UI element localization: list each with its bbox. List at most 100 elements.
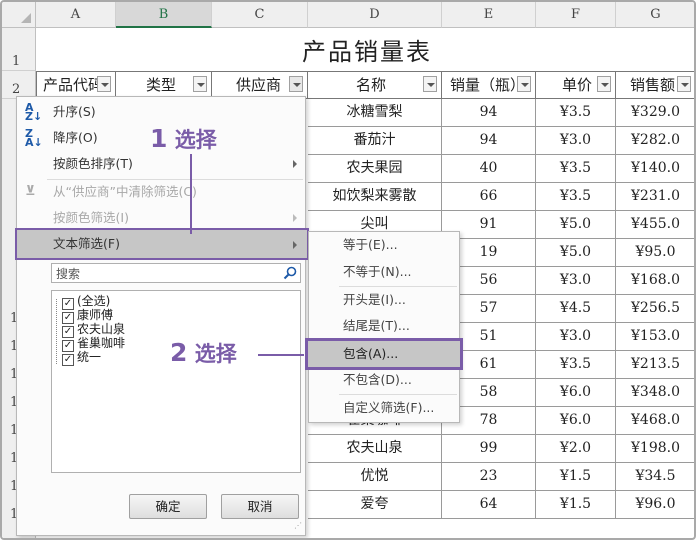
cell-name[interactable]: 番茄汁	[308, 127, 442, 155]
row-header-2[interactable]: 2	[2, 71, 36, 99]
cell-name[interactable]: 爱夸	[308, 491, 442, 519]
menu-text-filter[interactable]: 文本筛选(F)	[15, 228, 309, 260]
cell-name[interactable]: 冰糖雪梨	[308, 99, 442, 127]
menu-sort-ascending[interactable]: A Z↓ 升序(S)	[17, 99, 305, 125]
column-header-a[interactable]: A	[36, 2, 116, 28]
submenu-not-equals[interactable]: 不等于(N)...	[343, 259, 412, 285]
submenu-not-contains[interactable]: 不包含(D)...	[343, 367, 412, 393]
submenu-contains[interactable]: 包含(A)...	[343, 341, 398, 367]
row-header-1[interactable]: 1	[2, 28, 36, 71]
cell-sales[interactable]: ¥348.0	[616, 379, 694, 407]
header-label: 单价	[562, 76, 593, 94]
cell-sales[interactable]: ¥455.0	[616, 211, 694, 239]
column-header-c[interactable]: C	[212, 2, 308, 28]
cell-quantity[interactable]: 64	[442, 491, 536, 519]
cell-quantity[interactable]: 66	[442, 183, 536, 211]
header-name[interactable]: 名称	[308, 71, 442, 99]
header-product-code[interactable]: 产品代码	[36, 71, 116, 99]
cell-quantity[interactable]: 23	[442, 463, 536, 491]
cell-sales[interactable]: ¥168.0	[616, 267, 694, 295]
cell-price[interactable]: ¥6.0	[536, 407, 616, 435]
text-filter-submenu: 等于(E)... 不等于(N)... 开头是(I)... 结尾是(T)... 包…	[305, 231, 463, 423]
cell-name[interactable]: 如饮梨来雾散	[308, 183, 442, 211]
filter-item[interactable]: ✓ 雀巢咖啡	[62, 336, 125, 352]
cell-quantity[interactable]: 94	[442, 99, 536, 127]
submenu-arrow-icon	[293, 241, 297, 249]
header-supplier[interactable]: 供应商	[212, 71, 308, 99]
cell-price[interactable]: ¥3.0	[536, 127, 616, 155]
cell-name[interactable]: 农夫山泉	[308, 435, 442, 463]
menu-label: 升序(S)	[53, 104, 96, 119]
filter-dropdown-button[interactable]	[423, 76, 437, 92]
cell-sales[interactable]: ¥153.0	[616, 323, 694, 351]
submenu-begins-with[interactable]: 开头是(I)...	[343, 287, 406, 313]
cell-price[interactable]: ¥3.5	[536, 351, 616, 379]
cell-price[interactable]: ¥1.5	[536, 463, 616, 491]
header-price[interactable]: 单价	[536, 71, 616, 99]
cell-price[interactable]: ¥3.0	[536, 267, 616, 295]
ok-button[interactable]: 确定	[129, 494, 207, 519]
header-sales[interactable]: 销售额	[616, 71, 694, 99]
cell-name[interactable]: 优悦	[308, 463, 442, 491]
cell-price[interactable]: ¥3.5	[536, 155, 616, 183]
cell-price[interactable]: ¥1.5	[536, 491, 616, 519]
cell-sales[interactable]: ¥213.5	[616, 351, 694, 379]
filter-dropdown-button[interactable]	[97, 76, 111, 92]
step1-annotation: 1 选择	[150, 124, 217, 154]
cell-sales[interactable]: ¥95.0	[616, 239, 694, 267]
filter-dropdown-button[interactable]	[597, 76, 611, 92]
menu-sort-by-color[interactable]: 按颜色排序(T)	[17, 151, 305, 177]
filter-item-select-all[interactable]: ✓ (全选)	[62, 294, 110, 310]
filter-search-input[interactable]: 搜索	[51, 263, 301, 283]
header-quantity[interactable]: 销量（瓶）	[442, 71, 536, 99]
cell-sales[interactable]: ¥231.0	[616, 183, 694, 211]
column-header-f[interactable]: F	[536, 2, 616, 28]
cell-quantity[interactable]: 99	[442, 435, 536, 463]
menu-label: 降序(O)	[53, 130, 98, 145]
cell-quantity[interactable]: 40	[442, 155, 536, 183]
column-header-g[interactable]: G	[616, 2, 694, 28]
header-label: 供应商	[236, 76, 282, 94]
cell-price[interactable]: ¥6.0	[536, 379, 616, 407]
cell-sales[interactable]: ¥198.0	[616, 435, 694, 463]
cell-sales[interactable]: ¥96.0	[616, 491, 694, 519]
sheet-title: 产品销量表	[302, 38, 432, 66]
filter-dropdown-button[interactable]	[677, 76, 691, 92]
cell-price[interactable]: ¥3.5	[536, 183, 616, 211]
cancel-button[interactable]: 取消	[221, 494, 299, 519]
cell-sales[interactable]: ¥329.0	[616, 99, 694, 127]
cell-sales[interactable]: ¥34.5	[616, 463, 694, 491]
column-header-b[interactable]: B	[116, 2, 212, 28]
cell-quantity[interactable]: 94	[442, 127, 536, 155]
cell-sales[interactable]: ¥468.0	[616, 407, 694, 435]
cell-sales[interactable]: ¥140.0	[616, 155, 694, 183]
submenu-ends-with[interactable]: 结尾是(T)...	[343, 313, 410, 339]
column-header-e[interactable]: E	[442, 2, 536, 28]
submenu-custom-filter[interactable]: 自定义筛选(F)...	[343, 395, 434, 421]
cell-price[interactable]: ¥3.5	[536, 99, 616, 127]
menu-clear-filter[interactable]: ⊻ 从“供应商”中清除筛选(C)	[17, 179, 305, 205]
filter-item[interactable]: ✓ 农夫山泉	[62, 322, 125, 338]
filter-item[interactable]: ✓ 统一	[62, 350, 102, 366]
cell-sales[interactable]: ¥256.5	[616, 295, 694, 323]
step1-connector	[190, 154, 192, 234]
cell-price[interactable]: ¥2.0	[536, 435, 616, 463]
checkbox-checked-icon[interactable]: ✓	[62, 354, 74, 366]
select-all-corner[interactable]	[2, 2, 36, 28]
cell-price[interactable]: ¥4.5	[536, 295, 616, 323]
filter-dropdown-button[interactable]	[193, 76, 207, 92]
filter-item-label: 统一	[77, 350, 102, 364]
cell-sales[interactable]: ¥282.0	[616, 127, 694, 155]
cell-price[interactable]: ¥5.0	[536, 211, 616, 239]
cell-price[interactable]: ¥5.0	[536, 239, 616, 267]
cell-price[interactable]: ¥3.0	[536, 323, 616, 351]
filter-dropdown-button[interactable]	[517, 76, 531, 92]
filter-item[interactable]: ✓ 康师傅	[62, 308, 113, 324]
filter-dropdown-button[interactable]	[289, 76, 303, 92]
column-header-d[interactable]: D	[308, 2, 442, 28]
submenu-equals[interactable]: 等于(E)...	[343, 232, 398, 258]
header-type[interactable]: 类型	[116, 71, 212, 99]
resize-grip-icon[interactable]: ⋰	[294, 522, 302, 532]
header-label: 销量（瓶）	[450, 76, 526, 94]
cell-name[interactable]: 农夫果园	[308, 155, 442, 183]
